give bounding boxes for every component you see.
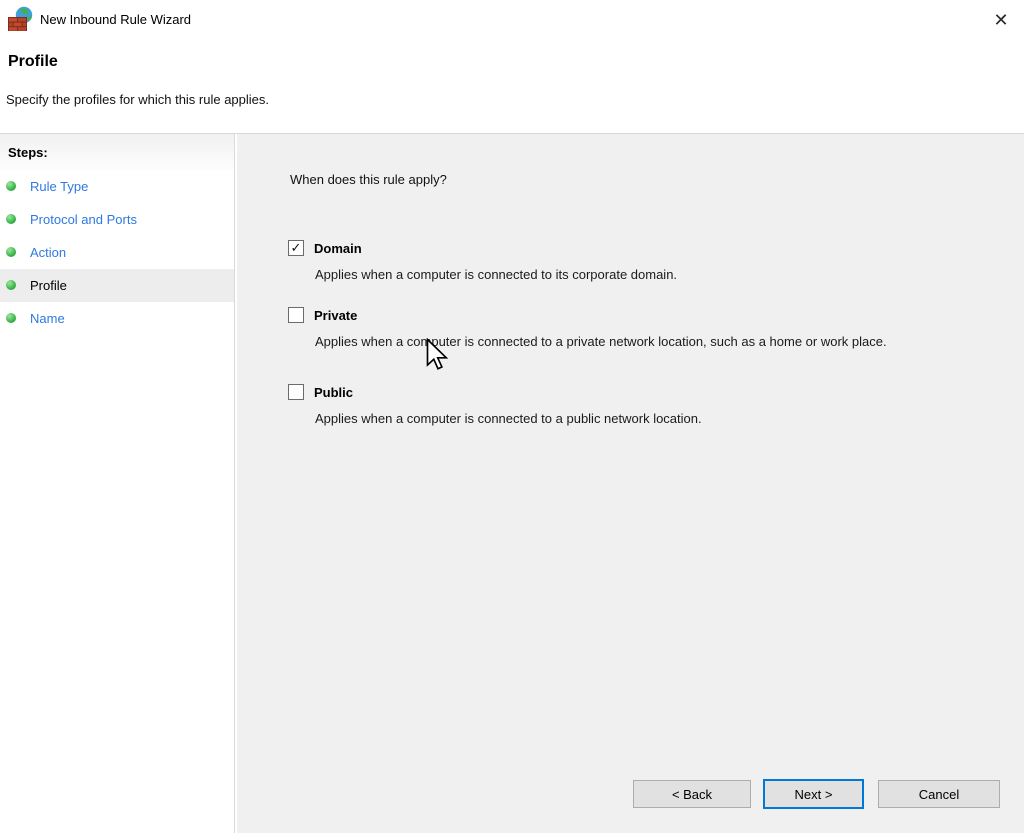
steps-heading: Steps: bbox=[0, 134, 234, 170]
step-bullet-icon bbox=[6, 313, 16, 323]
step-bullet-icon bbox=[6, 181, 16, 191]
domain-description: Applies when a computer is connected to … bbox=[315, 265, 677, 284]
wizard-window: New Inbound Rule Wizard ✕ Profile Specif… bbox=[0, 0, 1024, 837]
option-public: Public Applies when a computer is connec… bbox=[288, 384, 702, 428]
page-subtitle: Specify the profiles for which this rule… bbox=[6, 92, 269, 107]
step-item-action[interactable]: Action bbox=[0, 236, 234, 269]
step-item-protocol-and-ports[interactable]: Protocol and Ports bbox=[0, 203, 234, 236]
bottom-edge bbox=[0, 833, 1024, 837]
step-bullet-icon bbox=[6, 247, 16, 257]
steps-sidebar: Steps: Rule Type Protocol and Ports Acti… bbox=[0, 134, 234, 833]
step-item-rule-type[interactable]: Rule Type bbox=[0, 170, 234, 203]
step-bullet-icon bbox=[6, 214, 16, 224]
public-description: Applies when a computer is connected to … bbox=[315, 409, 702, 428]
domain-checkbox[interactable]: ✓ bbox=[288, 240, 304, 256]
cancel-button[interactable]: Cancel bbox=[878, 780, 1000, 808]
step-label: Protocol and Ports bbox=[30, 212, 137, 227]
option-private: Private Applies when a computer is conne… bbox=[288, 307, 887, 351]
close-icon[interactable]: ✕ bbox=[986, 5, 1016, 35]
window-title: New Inbound Rule Wizard bbox=[40, 12, 191, 27]
step-label: Profile bbox=[30, 278, 67, 293]
public-checkbox[interactable] bbox=[288, 384, 304, 400]
sidebar-divider bbox=[234, 134, 235, 833]
question-text: When does this rule apply? bbox=[290, 172, 447, 187]
private-label[interactable]: Private bbox=[314, 308, 357, 323]
next-button[interactable]: Next > bbox=[763, 779, 864, 809]
title-bar: New Inbound Rule Wizard ✕ bbox=[0, 0, 1024, 40]
step-label: Action bbox=[30, 245, 66, 260]
step-bullet-icon bbox=[6, 280, 16, 290]
step-label: Rule Type bbox=[30, 179, 88, 194]
option-domain: ✓ Domain Applies when a computer is conn… bbox=[288, 240, 677, 284]
private-checkbox[interactable] bbox=[288, 307, 304, 323]
public-label[interactable]: Public bbox=[314, 385, 353, 400]
step-label: Name bbox=[30, 311, 65, 326]
step-item-name[interactable]: Name bbox=[0, 302, 234, 335]
back-button[interactable]: < Back bbox=[633, 780, 751, 808]
domain-label[interactable]: Domain bbox=[314, 241, 362, 256]
profile-step-content: When does this rule apply? ✓ Domain Appl… bbox=[237, 134, 1024, 833]
private-description: Applies when a computer is connected to … bbox=[315, 332, 887, 351]
step-item-profile-current[interactable]: Profile bbox=[0, 269, 234, 302]
page-title: Profile bbox=[8, 53, 58, 71]
firewall-icon bbox=[8, 6, 34, 32]
